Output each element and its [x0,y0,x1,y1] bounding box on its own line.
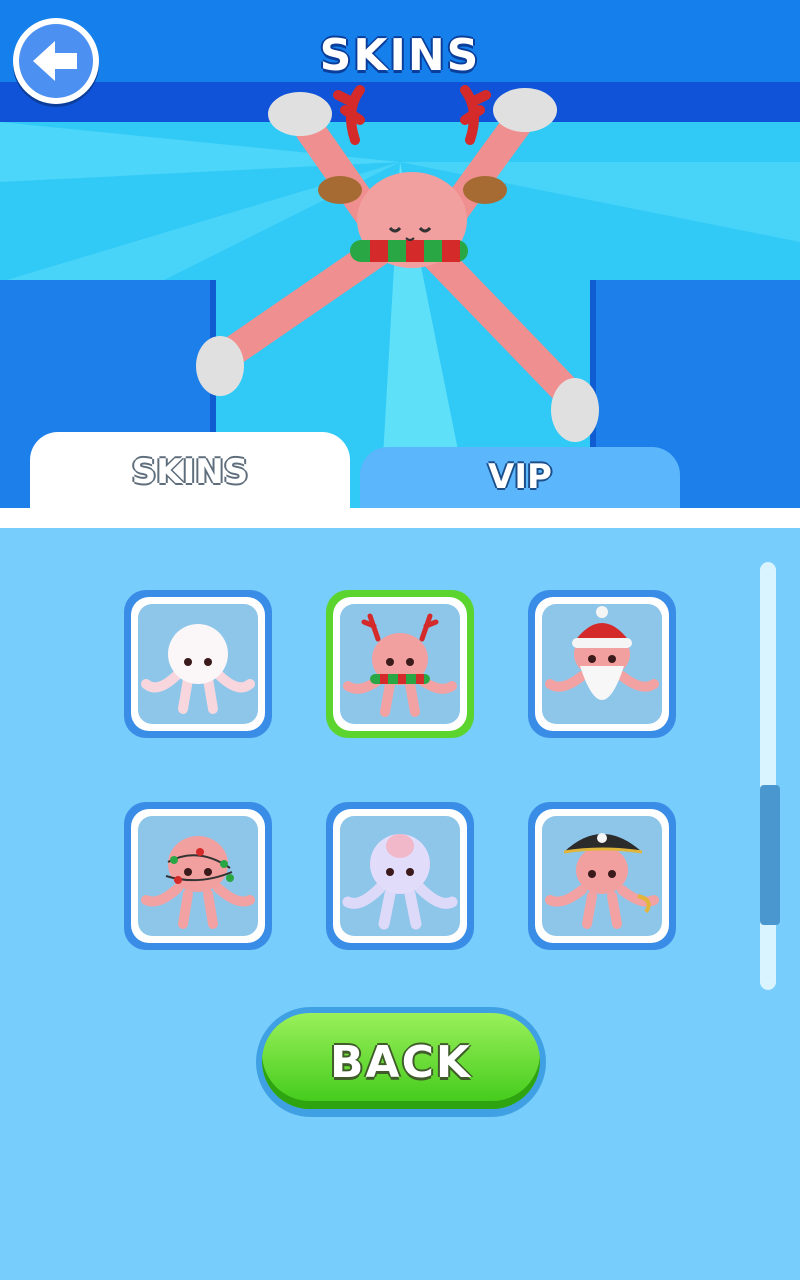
skin-card-white[interactable] [124,590,272,738]
preview-area: SKINS SKINS VIP [0,0,800,510]
reindeer-octopus-icon [343,613,457,717]
tab-underline [0,508,800,528]
tab-skins[interactable]: SKINS [30,432,350,510]
pirate-octopus-icon [545,833,659,929]
tab-vip-label: VIP [488,457,552,497]
white-octopus-icon [141,624,255,714]
arrow-left-icon [33,41,77,81]
back-arrow-button[interactable] [13,18,99,104]
tab-vip[interactable]: VIP [360,447,680,510]
skin-card-galaxy[interactable] [326,802,474,950]
back-button-label: BACK [330,1037,472,1088]
santa-octopus-icon [545,606,659,700]
galaxy-octopus-icon [342,834,458,930]
scrollbar-track[interactable] [760,562,776,990]
octopus-preview-icon [196,85,599,442]
lights-octopus-icon [141,836,255,929]
tab-skins-label: SKINS [131,452,249,492]
skin-card-pirate[interactable] [528,802,676,950]
skin-card-santa[interactable] [528,590,676,738]
back-button[interactable]: BACK [256,1007,546,1117]
skin-card-reindeer[interactable] [326,590,474,738]
page-title: SKINS [319,30,481,81]
scrollbar-thumb[interactable] [760,785,780,925]
skin-card-lights[interactable] [124,802,272,950]
